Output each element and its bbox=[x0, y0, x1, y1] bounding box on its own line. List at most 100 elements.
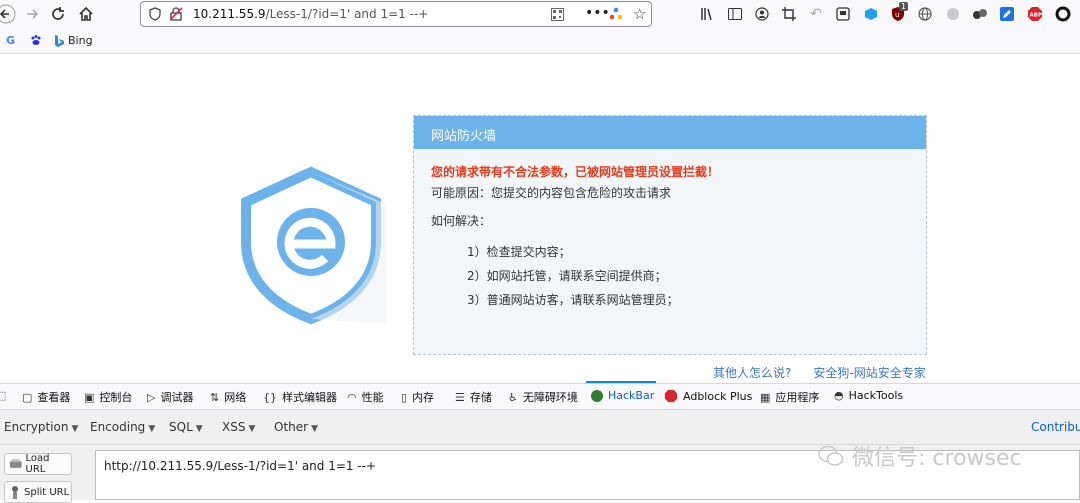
storage-icon: ☰ bbox=[455, 390, 465, 404]
waf-notice-box: 网站防火墙 您的请求带有不合法参数，已被网站管理员设置拦截！ 可能原因：您提交的… bbox=[413, 115, 927, 355]
tab-style-editor[interactable]: {} 样式编辑器 bbox=[263, 389, 337, 405]
inspector-icon: ▢ bbox=[22, 390, 33, 404]
waf-step-1: 1）检查提交内容； bbox=[467, 245, 571, 259]
insecure-lock-icon[interactable] bbox=[169, 7, 183, 24]
tab-hacktools-label: HackTools bbox=[848, 389, 904, 402]
chevron-down-icon: ▼ bbox=[195, 424, 203, 434]
tab-accessibility[interactable]: ♿ 无障碍环境 bbox=[508, 389, 578, 405]
waf-warning: 您的请求带有不合法参数，已被网站管理员设置拦截！ bbox=[431, 165, 720, 179]
edit-extension-icon[interactable] bbox=[998, 5, 1016, 23]
tab-console[interactable]: ▣ 控制台 bbox=[84, 389, 132, 405]
feedback-link[interactable]: 其他人怎么说? bbox=[713, 364, 791, 381]
menu-encoding-label: Encoding bbox=[90, 420, 146, 434]
waf-title: 网站防火墙 bbox=[414, 116, 926, 149]
menu-encryption-label: Encryption bbox=[4, 420, 69, 434]
wechat-icon bbox=[818, 445, 844, 466]
devtools-picker-icon[interactable]: ⬚ bbox=[0, 389, 6, 402]
menu-encryption[interactable]: Encryption ▼ bbox=[4, 420, 78, 434]
home-icon[interactable] bbox=[74, 3, 98, 25]
sidebar-icon[interactable] bbox=[726, 5, 744, 23]
bookmark-star-icon[interactable]: ☆ bbox=[633, 5, 646, 23]
tab-memory[interactable]: ▯ 内存 bbox=[401, 389, 434, 405]
toggle-icon[interactable] bbox=[971, 5, 989, 23]
tab-debugger-label: 调试器 bbox=[160, 391, 194, 404]
contribute-link[interactable]: Contribut bbox=[1031, 420, 1080, 434]
split-url-label: Split URL bbox=[24, 486, 70, 498]
tab-performance[interactable]: ◠ 性能 bbox=[347, 389, 384, 405]
crop-icon[interactable] bbox=[780, 5, 798, 23]
svg-text:ABP: ABP bbox=[1030, 13, 1042, 19]
tab-storage[interactable]: ☰ 存储 bbox=[455, 389, 492, 405]
menu-other-label: Other bbox=[274, 420, 309, 434]
waf-howto: 如何解决： bbox=[431, 214, 492, 228]
page-content: 网站防火墙 您的请求带有不合法参数，已被网站管理员设置拦截！ 可能原因：您提交的… bbox=[0, 54, 1080, 383]
debugger-icon: ▷ bbox=[147, 390, 156, 404]
tab-console-label: 控制台 bbox=[99, 391, 133, 404]
tab-application[interactable]: ▦ 应用程序 bbox=[760, 389, 819, 405]
account-icon[interactable] bbox=[753, 5, 771, 23]
menu-xss[interactable]: XSS ▼ bbox=[222, 420, 255, 434]
google-icon: G bbox=[6, 34, 16, 47]
tab-inspector-label: 查看器 bbox=[37, 391, 71, 404]
waf-links: 其他人怎么说? 安全狗-网站安全专家 bbox=[713, 364, 926, 381]
tab-hackbar[interactable]: HackBar bbox=[591, 389, 654, 402]
tracking-shield-icon[interactable] bbox=[149, 7, 161, 24]
bookmarks-bar: G Bing bbox=[0, 28, 1080, 54]
devtools-tab-bar: ⬚ ▢ 查看器 ▣ 控制台 ▷ 调试器 ⇅ 网络 {} 样式编辑器 ◠ 性能 ▯ 内存 ☰ 存储… bbox=[0, 383, 1080, 410]
tab-network[interactable]: ⇅ 网络 bbox=[210, 389, 246, 405]
globe-icon[interactable] bbox=[916, 5, 934, 23]
bookmark-baidu[interactable] bbox=[30, 34, 42, 46]
tab-storage-label: 存储 bbox=[469, 391, 492, 404]
bookmark-bing[interactable]: Bing bbox=[54, 34, 93, 47]
address-bar[interactable]: 10.211.55.9/Less-1/?id=1' and 1=1 --+ ••… bbox=[140, 1, 652, 27]
tab-inspector[interactable]: ▢ 查看器 bbox=[22, 389, 70, 405]
safedog-link[interactable]: 安全狗-网站安全专家 bbox=[813, 364, 925, 381]
menu-sql-label: SQL bbox=[169, 420, 193, 434]
load-url-icon bbox=[9, 459, 22, 468]
reload-icon[interactable] bbox=[46, 3, 70, 25]
tab-network-label: 网络 bbox=[224, 391, 247, 404]
active-tab-indicator bbox=[586, 381, 656, 383]
url-path: /Less-1/?id=1' and 1=1 --+ bbox=[265, 7, 429, 21]
back-icon[interactable] bbox=[0, 3, 18, 25]
adblock-plus-icon[interactable]: ABP bbox=[1026, 5, 1044, 23]
bookmark-bing-label: Bing bbox=[68, 34, 93, 47]
url-host: 10.211.55.9 bbox=[193, 7, 266, 21]
page-actions-icon[interactable]: ••• bbox=[585, 5, 610, 21]
extension-cube-icon[interactable] bbox=[862, 5, 880, 23]
tab-debugger[interactable]: ▷ 调试器 bbox=[147, 389, 193, 405]
grey-circle-icon[interactable] bbox=[944, 5, 962, 23]
tab-memory-label: 内存 bbox=[412, 391, 435, 404]
bing-icon bbox=[55, 34, 64, 47]
menu-other[interactable]: Other ▼ bbox=[274, 420, 318, 434]
screenshot-icon[interactable] bbox=[834, 5, 852, 23]
baidu-icon bbox=[31, 35, 41, 45]
ublock-badge: 1 bbox=[899, 2, 909, 11]
chevron-down-icon: ▼ bbox=[71, 424, 79, 434]
tab-hacktools[interactable]: ◓ HackTools bbox=[834, 389, 903, 402]
bookmark-google[interactable]: G bbox=[6, 34, 15, 47]
hackbar-icon bbox=[591, 389, 603, 402]
svg-text:u: u bbox=[895, 11, 899, 19]
browser-toolbar: 10.211.55.9/Less-1/?id=1' and 1=1 --+ ••… bbox=[0, 0, 1080, 28]
console-icon: ▣ bbox=[84, 390, 95, 404]
network-icon: ⇅ bbox=[210, 390, 220, 404]
application-icon: ▦ bbox=[760, 390, 771, 404]
qr-code-icon[interactable] bbox=[551, 8, 564, 24]
tab-adblock-plus-label: Adblock Plus bbox=[683, 389, 753, 403]
waf-step-3: 3）普通网站访客，请联系网站管理员； bbox=[467, 293, 679, 307]
forward-icon[interactable] bbox=[20, 3, 44, 25]
ring-icon[interactable] bbox=[1054, 5, 1072, 23]
undo-icon[interactable]: ↶ bbox=[807, 5, 825, 23]
menu-sql[interactable]: SQL ▼ bbox=[169, 420, 203, 434]
memory-icon: ▯ bbox=[401, 390, 408, 404]
style-editor-icon: {} bbox=[263, 390, 277, 404]
library-icon[interactable] bbox=[698, 5, 716, 23]
load-url-button[interactable]: Load URL bbox=[4, 453, 72, 475]
url-text: 10.211.55.9/Less-1/?id=1' and 1=1 --+ bbox=[193, 7, 428, 21]
split-url-icon bbox=[12, 486, 18, 499]
adblock-plus-tab-icon bbox=[664, 389, 678, 403]
pocket-icon[interactable] bbox=[609, 7, 623, 24]
tab-adblock-plus[interactable]: Adblock Plus bbox=[664, 389, 752, 403]
menu-encoding[interactable]: Encoding ▼ bbox=[90, 420, 155, 434]
